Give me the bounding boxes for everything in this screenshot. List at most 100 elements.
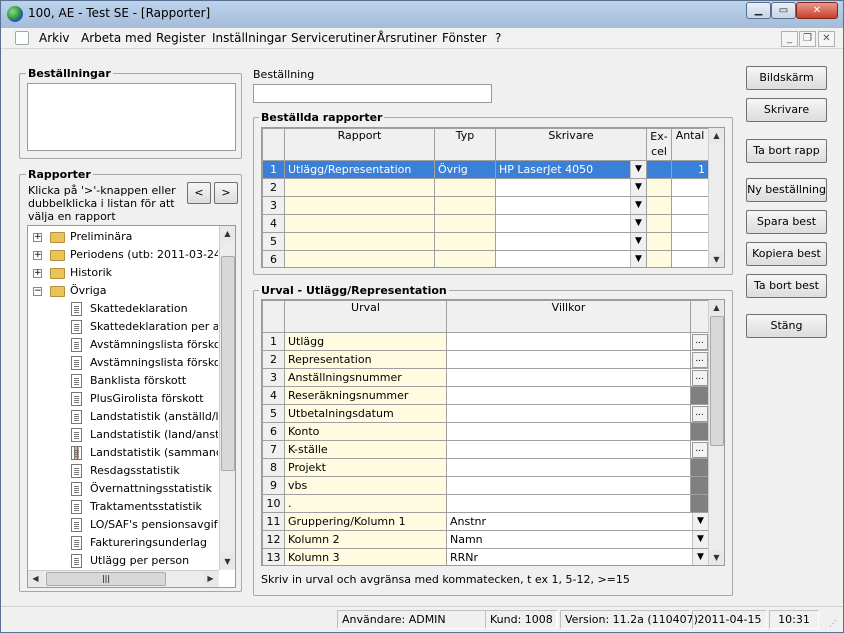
tree-item[interactable]: + Preliminära [28,228,218,246]
maximize-icon[interactable]: ▭ [771,2,796,19]
ellipsis-button[interactable]: ... [691,334,708,350]
skrivare-dropdown[interactable]: ▼ [495,196,647,215]
antal-cell[interactable] [671,178,709,197]
ta-bort-best-button[interactable]: Ta bort best [746,274,827,298]
tree-item[interactable]: Övernattningsstatistik [28,480,218,498]
resize-grip-icon[interactable]: ⋰ [829,619,839,629]
expand-icon[interactable]: + [33,251,42,260]
tree-item[interactable]: − Övriga [28,282,218,300]
excel-cell[interactable] [646,250,672,267]
dropdown-arrow-icon[interactable]: ▼ [630,251,646,267]
bestallda-vscrollbar[interactable]: ▲ ▼ [708,128,724,267]
tree-vscroll-thumb[interactable] [221,256,235,471]
urval-vscroll-thumb[interactable] [710,316,724,446]
villkor-cell[interactable] [446,476,691,495]
typ-cell[interactable] [434,178,496,197]
ellipsis-button[interactable]: ... [691,442,708,458]
villkor-dropdown[interactable]: RRNr ▼ [446,548,709,565]
minimize-icon[interactable]: ▁ [746,2,771,19]
dropdown-arrow-icon[interactable]: ▼ [630,215,646,232]
bildskarm-button[interactable]: Bildskärm [746,66,827,90]
skrivare-button[interactable]: Skrivare [746,98,827,122]
antal-cell[interactable] [671,250,709,267]
scroll-up-icon[interactable]: ▲ [220,226,235,241]
excel-cell[interactable] [646,178,672,197]
antal-cell[interactable]: 1 [671,160,709,179]
menu-servicerutiner[interactable]: Servicerutiner [291,31,376,45]
urval-row[interactable]: 7 K-ställe... [262,440,709,459]
urval-row[interactable]: 2 Representation... [262,350,709,369]
dropdown-arrow-icon[interactable]: ▼ [630,197,646,214]
dropdown-arrow-icon[interactable]: ▼ [692,549,708,565]
tree-item[interactable]: Utlägg per person [28,552,218,570]
villkor-cell[interactable] [446,458,691,477]
excel-cell[interactable] [646,196,672,215]
collapse-icon[interactable]: − [33,287,42,296]
tree-hscrollbar[interactable]: ◀ ||| ▶ [28,570,219,587]
rapport-cell[interactable] [284,196,435,215]
dropdown-arrow-icon[interactable]: ▼ [630,179,646,196]
ellipsis-button[interactable]: ... [691,370,708,386]
report-row[interactable]: 3 ▼ [262,196,709,215]
villkor-cell[interactable] [446,386,691,405]
tree-vscrollbar[interactable]: ▲ ▼ [219,226,235,570]
scroll-down-icon[interactable]: ▼ [220,554,235,569]
scroll-right-icon[interactable]: ▶ [203,571,218,586]
tree-item[interactable]: Faktureringsunderlag [28,534,218,552]
tree-item[interactable]: PlusGirolista förskott [28,390,218,408]
rapporter-tree[interactable]: + Preliminära + Periodens (utb: 2011-03-24)… [27,225,236,588]
scroll-up-icon[interactable]: ▲ [709,300,724,315]
menu-help[interactable]: ? [495,31,501,45]
ny-bestallning-button[interactable]: Ny beställning [746,178,827,202]
skrivare-dropdown[interactable]: HP LaserJet 4050 ▼ [495,160,647,179]
typ-cell[interactable] [434,250,496,267]
urval-row[interactable]: 1 Utlägg... [262,332,709,351]
villkor-cell[interactable] [446,350,691,369]
urval-row[interactable]: 6 Konto [262,422,709,441]
urval-row[interactable]: 8 Projekt [262,458,709,477]
dropdown-arrow-icon[interactable]: ▼ [630,161,646,178]
tree-item[interactable]: + Historik [28,264,218,282]
villkor-dropdown[interactable]: Anstnr ▼ [446,512,709,531]
dropdown-arrow-icon[interactable]: ▼ [630,233,646,250]
tree-item[interactable]: Resdagsstatistik [28,462,218,480]
report-row[interactable]: 4 ▼ [262,214,709,233]
rapport-cell[interactable] [284,250,435,267]
skrivare-dropdown[interactable]: ▼ [495,214,647,233]
scroll-down-icon[interactable]: ▼ [709,252,724,267]
tree-item[interactable]: + Periodens (utb: 2011-03-24) [28,246,218,264]
report-row[interactable]: 1 Utlägg/Representation Övrig HP LaserJet 4… [262,160,709,179]
ellipsis-button[interactable]: ... [691,352,708,368]
urval-row[interactable]: 5 Utbetalningsdatum... [262,404,709,423]
urval-row[interactable]: 9 vbs [262,476,709,495]
urval-row[interactable]: 13 Kolumn 3 RRNr ▼ [262,548,709,565]
urval-row[interactable]: 3 Anställningsnummer... [262,368,709,387]
tree-hscroll-thumb[interactable]: ||| [46,572,166,586]
tree-item[interactable]: Skattedeklaration per anstä [28,318,218,336]
tree-item[interactable]: LO/SAF's pensionsavgift [28,516,218,534]
tree-item[interactable]: Avstämningslista förskott (d [28,354,218,372]
urval-grid[interactable]: Urval Villkor 1 Utlägg... 2 Representation.… [261,299,725,566]
menu-installningar[interactable]: Inställningar [212,31,287,45]
villkor-cell[interactable] [446,422,691,441]
spara-best-button[interactable]: Spara best [746,210,827,234]
villkor-cell[interactable] [446,440,691,459]
report-row[interactable]: 5 ▼ [262,232,709,251]
rapport-cell[interactable] [284,232,435,251]
antal-cell[interactable] [671,232,709,251]
skrivare-dropdown[interactable]: ▼ [495,178,647,197]
close-icon[interactable]: ✕ [796,2,838,19]
tree-item[interactable]: Avstämningslista förskott (to [28,336,218,354]
tree-item[interactable]: Banklista förskott [28,372,218,390]
urval-row[interactable]: 12 Kolumn 2 Namn ▼ [262,530,709,549]
menu-register[interactable]: Register [156,31,205,45]
excel-cell[interactable] [646,232,672,251]
ellipsis-button[interactable]: ... [691,406,708,422]
tree-item[interactable]: Landstatistik (anställd/land) [28,408,218,426]
antal-cell[interactable] [671,196,709,215]
dropdown-arrow-icon[interactable]: ▼ [692,531,708,548]
expand-icon[interactable]: + [33,269,42,278]
kopiera-best-button[interactable]: Kopiera best [746,242,827,266]
rapport-cell[interactable] [284,214,435,233]
menu-arsrutiner[interactable]: Årsrutiner [377,31,437,45]
